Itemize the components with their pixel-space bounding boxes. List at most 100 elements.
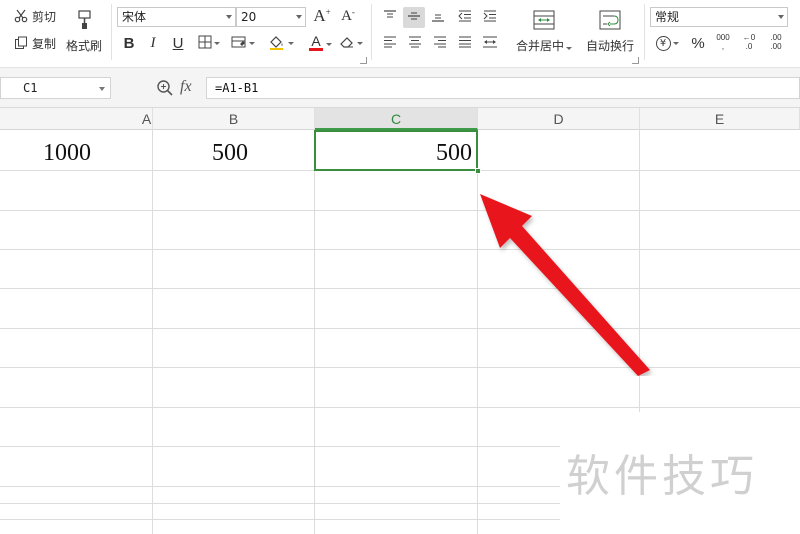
grid-line (0, 503, 560, 504)
cut-label: 剪切 (32, 9, 57, 24)
column-header-e[interactable]: E (640, 108, 800, 130)
borders-button[interactable] (196, 33, 222, 53)
grid-line (0, 519, 560, 520)
grid-line (0, 288, 800, 289)
column-header-d[interactable]: D (478, 108, 640, 130)
thousands-icon: 000 (716, 33, 730, 42)
bold-button[interactable]: B (120, 33, 138, 53)
ribbon-separator (644, 4, 645, 60)
font-color-icon: A (311, 33, 321, 49)
ribbon-separator (111, 4, 112, 60)
formula-bar: C1 fx =A1-B1 (0, 68, 800, 108)
distributed-align-button[interactable] (479, 33, 501, 53)
copy-label: 复制 (32, 36, 57, 51)
copy-button[interactable]: 复制 (12, 34, 56, 52)
percent-icon: % (691, 34, 705, 52)
align-middle-button[interactable] (403, 7, 425, 28)
chevron-down-icon (99, 87, 105, 91)
align-top-button[interactable] (380, 7, 400, 27)
scissors-icon (12, 7, 30, 25)
merge-cells-icon (532, 9, 556, 33)
font-name-value: 宋体 (122, 10, 147, 24)
increase-decimal-button[interactable]: ←0.0 (738, 31, 760, 53)
decrease-indent-button[interactable] (455, 7, 475, 27)
active-cell-border (314, 130, 478, 171)
grid-line (0, 446, 560, 447)
chevron-down-icon (672, 41, 679, 45)
align-top-icon (383, 9, 397, 25)
column-header-c[interactable]: C (315, 108, 478, 130)
zoom-icon[interactable] (156, 79, 174, 97)
align-left-button[interactable] (380, 33, 400, 53)
font-color-swatch (309, 48, 323, 51)
align-center-button[interactable] (405, 33, 425, 53)
grow-font-icon: A (313, 6, 326, 25)
italic-icon: I (150, 34, 156, 51)
paintbrush-icon (73, 9, 95, 33)
align-bottom-icon (431, 10, 445, 25)
formula-value: =A1-B1 (215, 81, 259, 95)
name-box-value: C1 (23, 81, 38, 95)
chevron-down-icon (357, 41, 363, 45)
grid-line (0, 328, 800, 329)
justify-icon (458, 36, 472, 51)
font-dialog-launcher[interactable] (360, 57, 367, 64)
chevron-down-icon (249, 41, 255, 45)
wrap-text-label: 自动换行 (585, 38, 634, 53)
clear-format-button[interactable] (337, 33, 365, 53)
currency-icon: ¥ (655, 35, 671, 51)
cell-b1[interactable]: 500 (212, 133, 248, 173)
align-center-icon (408, 36, 422, 51)
fill-color-button[interactable] (265, 33, 297, 53)
grid-line (0, 486, 560, 487)
name-box[interactable]: C1 (0, 77, 111, 99)
copy-icon (12, 34, 30, 52)
insert-function-button[interactable]: fx (180, 78, 192, 96)
underline-icon: U (172, 34, 184, 52)
justify-button[interactable] (455, 33, 475, 53)
font-name-select[interactable]: 宋体 (117, 7, 236, 27)
shrink-font-button[interactable]: A- (338, 6, 358, 26)
column-header-a[interactable]: A (0, 108, 153, 130)
currency-button[interactable]: ¥ (652, 33, 682, 53)
format-painter-button[interactable]: 格式刷 (64, 6, 104, 56)
watermark-text: 软件技巧 (566, 451, 758, 502)
number-format-select[interactable]: 常规 (650, 7, 788, 27)
formula-input[interactable]: =A1-B1 (206, 77, 800, 99)
increase-indent-button[interactable] (480, 7, 500, 27)
underline-button[interactable]: U (169, 33, 187, 53)
chevron-down-icon (288, 41, 294, 45)
grid-line (0, 407, 800, 408)
decrease-decimal-icon: .00 (770, 42, 782, 51)
format-painter-label: 格式刷 (65, 38, 102, 53)
alignment-dialog-launcher[interactable] (632, 57, 639, 64)
thousands-separator-button[interactable]: 000, (712, 31, 734, 53)
align-bottom-button[interactable] (428, 7, 448, 27)
cut-button[interactable]: 剪切 (12, 7, 56, 25)
decrease-decimal-button[interactable]: .00.00 (763, 31, 789, 53)
cell-a1[interactable]: 1000 (43, 133, 91, 173)
decrease-indent-icon (458, 10, 472, 25)
increase-indent-icon (483, 10, 497, 25)
column-header-b[interactable]: B (153, 108, 315, 130)
grow-font-button[interactable]: A + (312, 6, 332, 26)
align-right-button[interactable] (430, 33, 450, 53)
chevron-down-icon (226, 15, 232, 19)
ribbon-toolbar: 剪切 复制 格式刷 宋体 20 A + A- B I U A 合并居中 自动换行… (0, 0, 800, 68)
merge-center-label: 合并居中 (515, 38, 564, 53)
wrap-text-icon (598, 9, 622, 33)
wrap-text-button[interactable]: 自动换行 (582, 6, 638, 56)
chevron-down-icon (566, 46, 572, 50)
cell-style-button[interactable] (229, 33, 257, 53)
font-size-select[interactable]: 20 (236, 7, 306, 27)
eraser-icon (339, 35, 355, 52)
percent-button[interactable]: % (688, 33, 708, 53)
italic-button[interactable]: I (144, 33, 162, 53)
fx-icon: fx (180, 78, 192, 95)
red-arrow-icon (480, 194, 650, 376)
grid-line (0, 367, 800, 368)
fill-handle[interactable] (475, 168, 481, 174)
grid-line (0, 249, 800, 250)
chevron-down-icon (326, 43, 332, 46)
merge-center-button[interactable]: 合并居中 (512, 6, 576, 56)
